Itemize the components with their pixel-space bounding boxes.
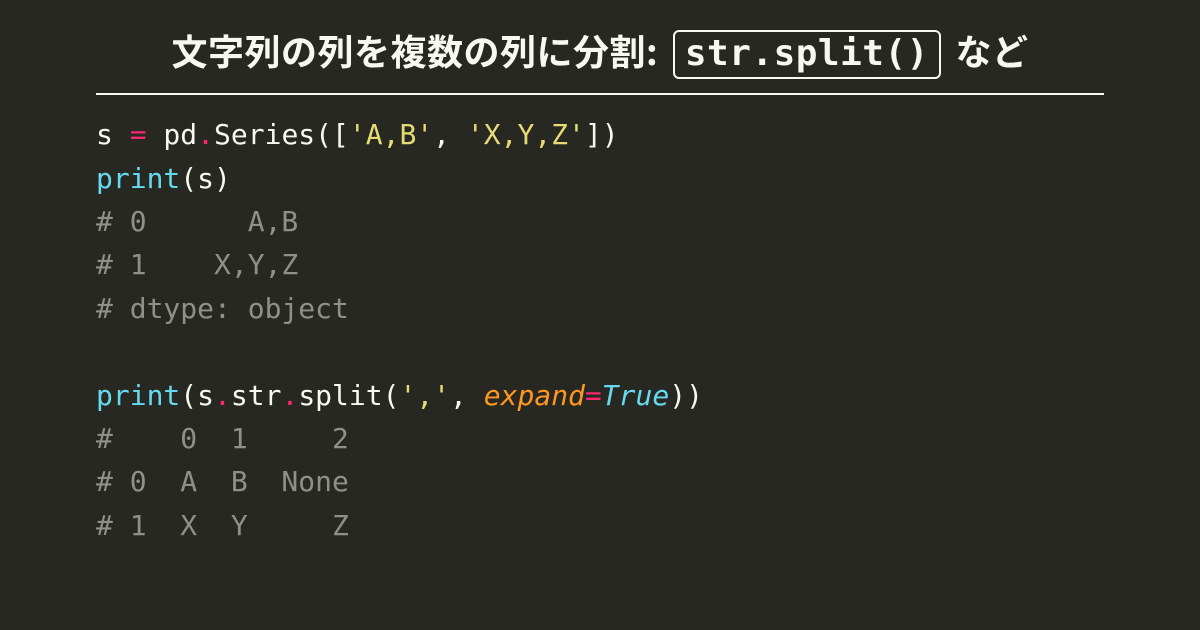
code-token: = <box>130 118 147 151</box>
code-token: s <box>96 118 130 151</box>
code-comment: # 0 A,B <box>96 205 298 238</box>
code-token: . <box>214 379 231 412</box>
code-token: ]) <box>585 118 619 151</box>
code-comment: # 0 1 2 <box>96 422 349 455</box>
code-token: (s <box>180 379 214 412</box>
code-token: print <box>96 379 180 412</box>
code-comment: # dtype: object <box>96 292 349 325</box>
code-token: Series([ <box>214 118 349 151</box>
code-token: , <box>433 118 467 151</box>
code-token: (s) <box>180 162 231 195</box>
code-token: 'A,B' <box>349 118 433 151</box>
code-token: True <box>602 379 669 412</box>
code-token: 'X,Y,Z' <box>467 118 585 151</box>
page-title: 文字列の列を複数の列に分割: str.split() など <box>96 24 1104 95</box>
code-comment: # 0 A B None <box>96 465 349 498</box>
code-token: . <box>281 379 298 412</box>
code-token: split( <box>298 379 399 412</box>
code-token: str <box>231 379 282 412</box>
code-comment: # 1 X,Y,Z <box>96 248 298 281</box>
code-token: . <box>197 118 214 151</box>
code-block: s = pd.Series(['A,B', 'X,Y,Z']) print(s)… <box>96 113 1104 547</box>
code-token: print <box>96 162 180 195</box>
code-comment: # 1 X Y Z <box>96 509 349 542</box>
code-token: expand <box>484 379 585 412</box>
code-token: , <box>450 379 484 412</box>
title-suffix: など <box>947 24 1029 76</box>
code-token: = <box>585 379 602 412</box>
page: 文字列の列を複数の列に分割: str.split() など s = pd.Ser… <box>0 0 1200 547</box>
title-prefix: 文字列の列を複数の列に分割: <box>172 24 667 76</box>
code-token: pd <box>147 118 198 151</box>
title-code-chip: str.split() <box>673 30 941 79</box>
code-token: )) <box>669 379 703 412</box>
code-token: ',' <box>399 379 450 412</box>
